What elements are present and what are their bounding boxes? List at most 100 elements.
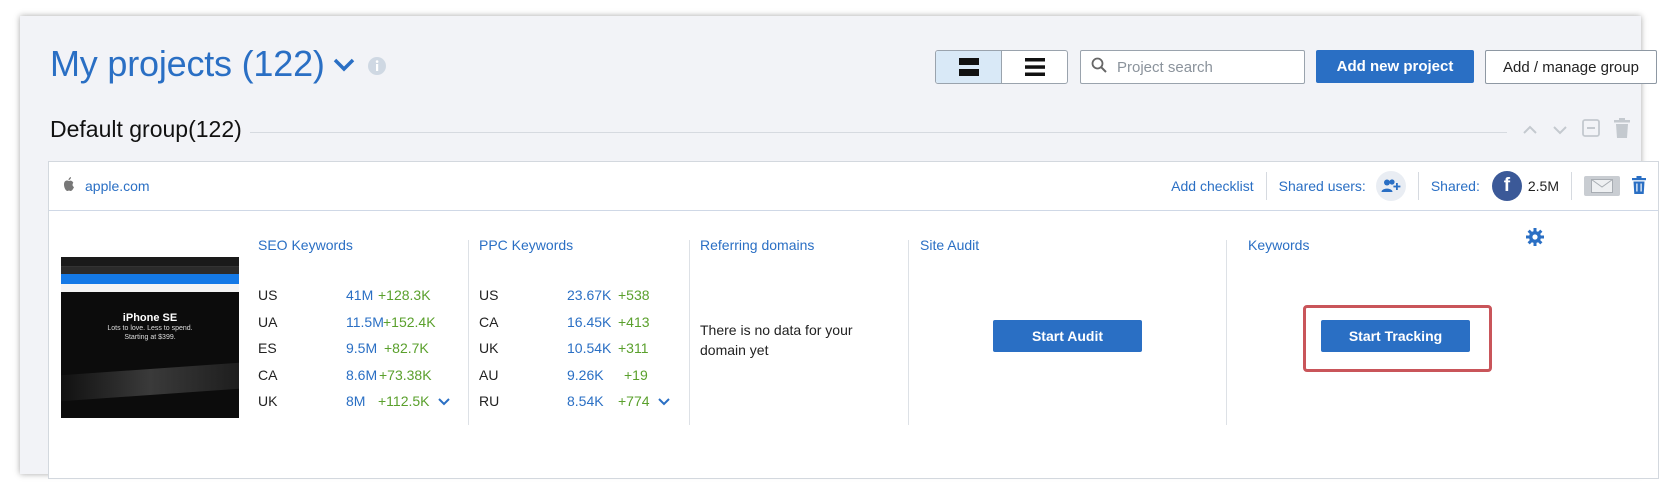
- app-frame: My projects (122) Add new project Add / …: [20, 16, 1659, 479]
- keyword-delta: +774: [618, 393, 650, 410]
- project-header-actions: Add checklist Shared users: Shared: f 2.…: [1171, 171, 1646, 201]
- project-search[interactable]: [1080, 50, 1305, 84]
- thumbnail-sub: Starting at $399.: [124, 334, 176, 341]
- facebook-icon[interactable]: f: [1491, 171, 1522, 201]
- delete-group-icon[interactable]: [1614, 118, 1630, 143]
- divider: [1571, 172, 1572, 200]
- search-input[interactable]: [1115, 57, 1299, 77]
- start-tracking-button[interactable]: Start Tracking: [1321, 320, 1470, 352]
- referring-domains-title[interactable]: Referring domains: [700, 237, 814, 253]
- column-divider: [1226, 240, 1227, 425]
- add-new-project-button[interactable]: Add new project: [1316, 50, 1474, 83]
- column-divider: [689, 240, 690, 425]
- site-audit-column: Site Audit: [920, 237, 979, 253]
- table-row: UA 11.5M +152.4K: [258, 309, 450, 336]
- thumbnail-sub: Lots to love. Less to spend.: [107, 325, 193, 332]
- thumbnail-banner: [61, 274, 239, 284]
- group-tools: [1522, 118, 1630, 143]
- country-code: US: [479, 287, 499, 304]
- ppc-keywords-column: PPC Keywords US 23.67K +538 CA 16.45K +4…: [479, 237, 670, 415]
- keyword-count[interactable]: 41M: [346, 287, 378, 303]
- table-row: ES 9.5M +82.7K: [258, 335, 450, 362]
- keywords-title[interactable]: Keywords: [1248, 237, 1309, 253]
- keyword-count[interactable]: 23.67K: [567, 287, 618, 303]
- start-audit-button[interactable]: Start Audit: [993, 320, 1142, 352]
- keyword-delta: +73.38K: [379, 366, 432, 383]
- chevron-down-icon[interactable]: [657, 393, 670, 409]
- card-view-icon: [958, 58, 979, 76]
- keyword-delta: +19: [624, 366, 648, 383]
- country-code: CA: [479, 313, 499, 330]
- keyword-count[interactable]: 8M: [346, 393, 378, 409]
- table-row: AU 9.26K +19: [479, 362, 670, 389]
- table-row: UK 10.54K +311: [479, 335, 670, 362]
- column-divider: [468, 240, 469, 425]
- seo-keywords-column: SEO Keywords US 41M +128.3K UA 11.5M +15…: [258, 237, 450, 415]
- thumbnail-phone-image: [61, 362, 239, 402]
- thumbnail-notice: [61, 284, 239, 292]
- project-domain: apple.com: [63, 177, 150, 194]
- thumbnail-topbar: [61, 257, 239, 267]
- group-divider: [250, 132, 1507, 133]
- table-row: CA 8.6M +73.38K: [258, 362, 450, 389]
- keyword-count[interactable]: 9.26K: [567, 367, 624, 383]
- keyword-count[interactable]: 8.6M: [346, 367, 379, 383]
- country-code: RU: [479, 393, 500, 410]
- site-audit-title[interactable]: Site Audit: [920, 237, 979, 253]
- keyword-delta: +311: [618, 340, 649, 357]
- chevron-down-icon[interactable]: [437, 393, 450, 409]
- search-icon: [1091, 57, 1107, 78]
- page-title: My projects (122): [50, 43, 325, 84]
- country-code: CA: [258, 366, 278, 383]
- no-data-message: There is no data for your domain yet: [700, 322, 853, 358]
- keyword-count[interactable]: 9.5M: [346, 340, 384, 356]
- keyword-count[interactable]: 16.45K: [567, 314, 618, 330]
- site-thumbnail[interactable]: iPhone SE Lots to love. Less to spend. S…: [61, 257, 239, 418]
- move-up-icon[interactable]: [1522, 122, 1538, 140]
- list-view-icon: [1024, 58, 1045, 76]
- card-view-button[interactable]: [936, 51, 1002, 83]
- collapse-icon[interactable]: [1582, 119, 1600, 142]
- list-view-button[interactable]: [1002, 51, 1067, 83]
- country-code: UA: [258, 313, 278, 330]
- shared-label: Shared:: [1430, 178, 1480, 194]
- info-icon[interactable]: [367, 56, 387, 81]
- keyword-count[interactable]: 10.54K: [567, 340, 618, 356]
- keyword-delta: +82.7K: [384, 340, 429, 357]
- table-row: US 41M +128.3K: [258, 282, 450, 309]
- keyword-delta: +538: [618, 287, 650, 304]
- chevron-down-icon[interactable]: [333, 58, 355, 77]
- email-notification-toggle[interactable]: [1584, 176, 1620, 196]
- title-row: My projects (122): [50, 43, 387, 85]
- country-code: UK: [258, 393, 278, 410]
- view-toggle: [935, 50, 1068, 84]
- keyword-count[interactable]: 11.5M: [346, 314, 384, 330]
- seo-keywords-table: US 41M +128.3K UA 11.5M +152.4K ES 9.5M …: [258, 282, 450, 415]
- table-row: RU 8.54K +774: [479, 388, 670, 415]
- keyword-delta: +413: [618, 313, 650, 330]
- table-row: UK 8M +112.5K: [258, 388, 450, 415]
- ppc-keywords-table: US 23.67K +538 CA 16.45K +413 UK 10.54K …: [479, 282, 670, 415]
- keywords-column: Keywords: [1248, 237, 1309, 253]
- add-manage-group-button[interactable]: Add / manage group: [1485, 50, 1657, 84]
- apple-favicon-icon: [63, 177, 75, 194]
- keyword-delta: +128.3K: [378, 287, 431, 304]
- ppc-keywords-title[interactable]: PPC Keywords: [479, 237, 670, 253]
- country-code: ES: [258, 340, 277, 357]
- seo-keywords-title[interactable]: SEO Keywords: [258, 237, 450, 253]
- move-down-icon[interactable]: [1552, 122, 1568, 140]
- keyword-count[interactable]: 8.54K: [567, 393, 618, 409]
- add-checklist-link[interactable]: Add checklist: [1171, 178, 1253, 194]
- country-code: AU: [479, 366, 499, 383]
- group-title: Default group(122): [50, 116, 242, 142]
- column-divider: [908, 240, 909, 425]
- keyword-delta: +112.5K: [378, 393, 430, 410]
- add-shared-user-button[interactable]: [1375, 171, 1406, 201]
- gear-icon[interactable]: [1526, 228, 1544, 251]
- divider: [1265, 172, 1267, 200]
- domain-link[interactable]: apple.com: [85, 178, 150, 194]
- delete-project-icon[interactable]: [1632, 175, 1646, 197]
- project-card-header: apple.com Add checklist Shared users: Sh…: [49, 162, 1658, 211]
- table-row: US 23.67K +538: [479, 282, 670, 309]
- mail-icon: [1591, 179, 1613, 193]
